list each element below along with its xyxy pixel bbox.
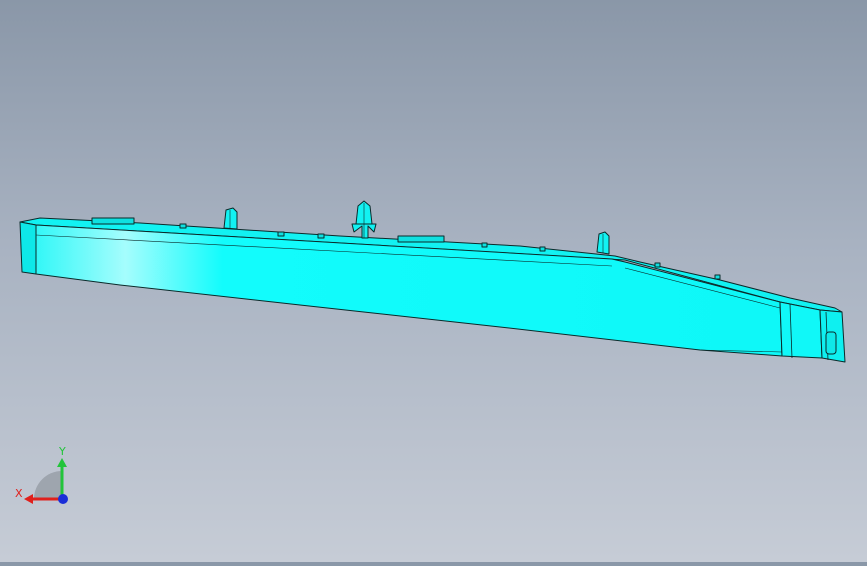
mounting-pad: [179, 223, 187, 229]
mounting-pad: [397, 235, 445, 243]
part-right-end-block: [779, 301, 823, 359]
end-slot: [825, 331, 837, 355]
mounting-pad: [539, 246, 546, 252]
graphics-viewport[interactable]: Y X: [0, 0, 867, 562]
mounting-pad: [277, 231, 285, 237]
x-axis-arrowhead: [24, 494, 33, 504]
snap-clip: [223, 207, 238, 230]
mounting-pad: [317, 233, 325, 239]
reference-triad: Y X: [15, 445, 68, 504]
z-axis-dot: [58, 494, 68, 504]
part-model[interactable]: [19, 200, 846, 363]
mounting-pad: [481, 242, 488, 248]
x-axis-label: X: [15, 487, 23, 500]
push-pin-clip: [351, 200, 377, 239]
part-left-end: [19, 221, 37, 275]
mounting-pad: [91, 217, 135, 225]
y-axis-label: Y: [58, 445, 66, 458]
triad-plane: [34, 471, 62, 499]
mounting-pad: [654, 262, 661, 268]
y-axis-arrowhead: [57, 458, 67, 467]
snap-clip: [596, 231, 610, 255]
mounting-pad: [714, 274, 721, 280]
